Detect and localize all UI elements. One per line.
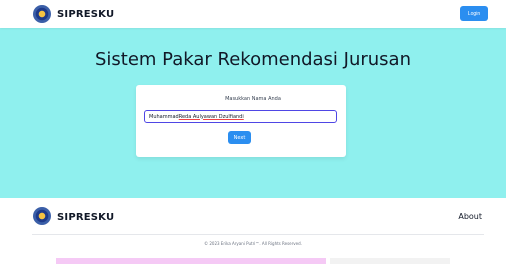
- name-input-text-rest: Reda Aulyawan Dzulfiandi: [178, 113, 244, 120]
- name-field-label: Masukkan Nama Anda: [225, 96, 281, 102]
- bottom-strip: [330, 258, 450, 264]
- footer-logo-icon[interactable]: [33, 207, 51, 225]
- login-button[interactable]: Login: [460, 6, 488, 21]
- about-link[interactable]: About: [458, 212, 482, 221]
- copyright-text: © 2023 Erika Aryani Putri™. All Rights R…: [204, 241, 302, 246]
- brand-name[interactable]: SIPRESKU: [57, 9, 114, 20]
- top-navbar: SIPRESKU Login: [0, 0, 506, 28]
- page-title: Sistem Pakar Rekomendasi Jurusan: [94, 49, 411, 70]
- name-input[interactable]: Muhammad Reda Aulyawan Dzulfiandi: [144, 110, 337, 123]
- next-button[interactable]: Next: [228, 131, 251, 144]
- logo-icon[interactable]: [33, 5, 51, 23]
- name-input-text-first: Muhammad: [149, 113, 179, 120]
- bottom-highlight-strip: [56, 258, 326, 264]
- footer-brand-name[interactable]: SIPRESKU: [57, 212, 114, 223]
- footer-divider: [32, 234, 484, 235]
